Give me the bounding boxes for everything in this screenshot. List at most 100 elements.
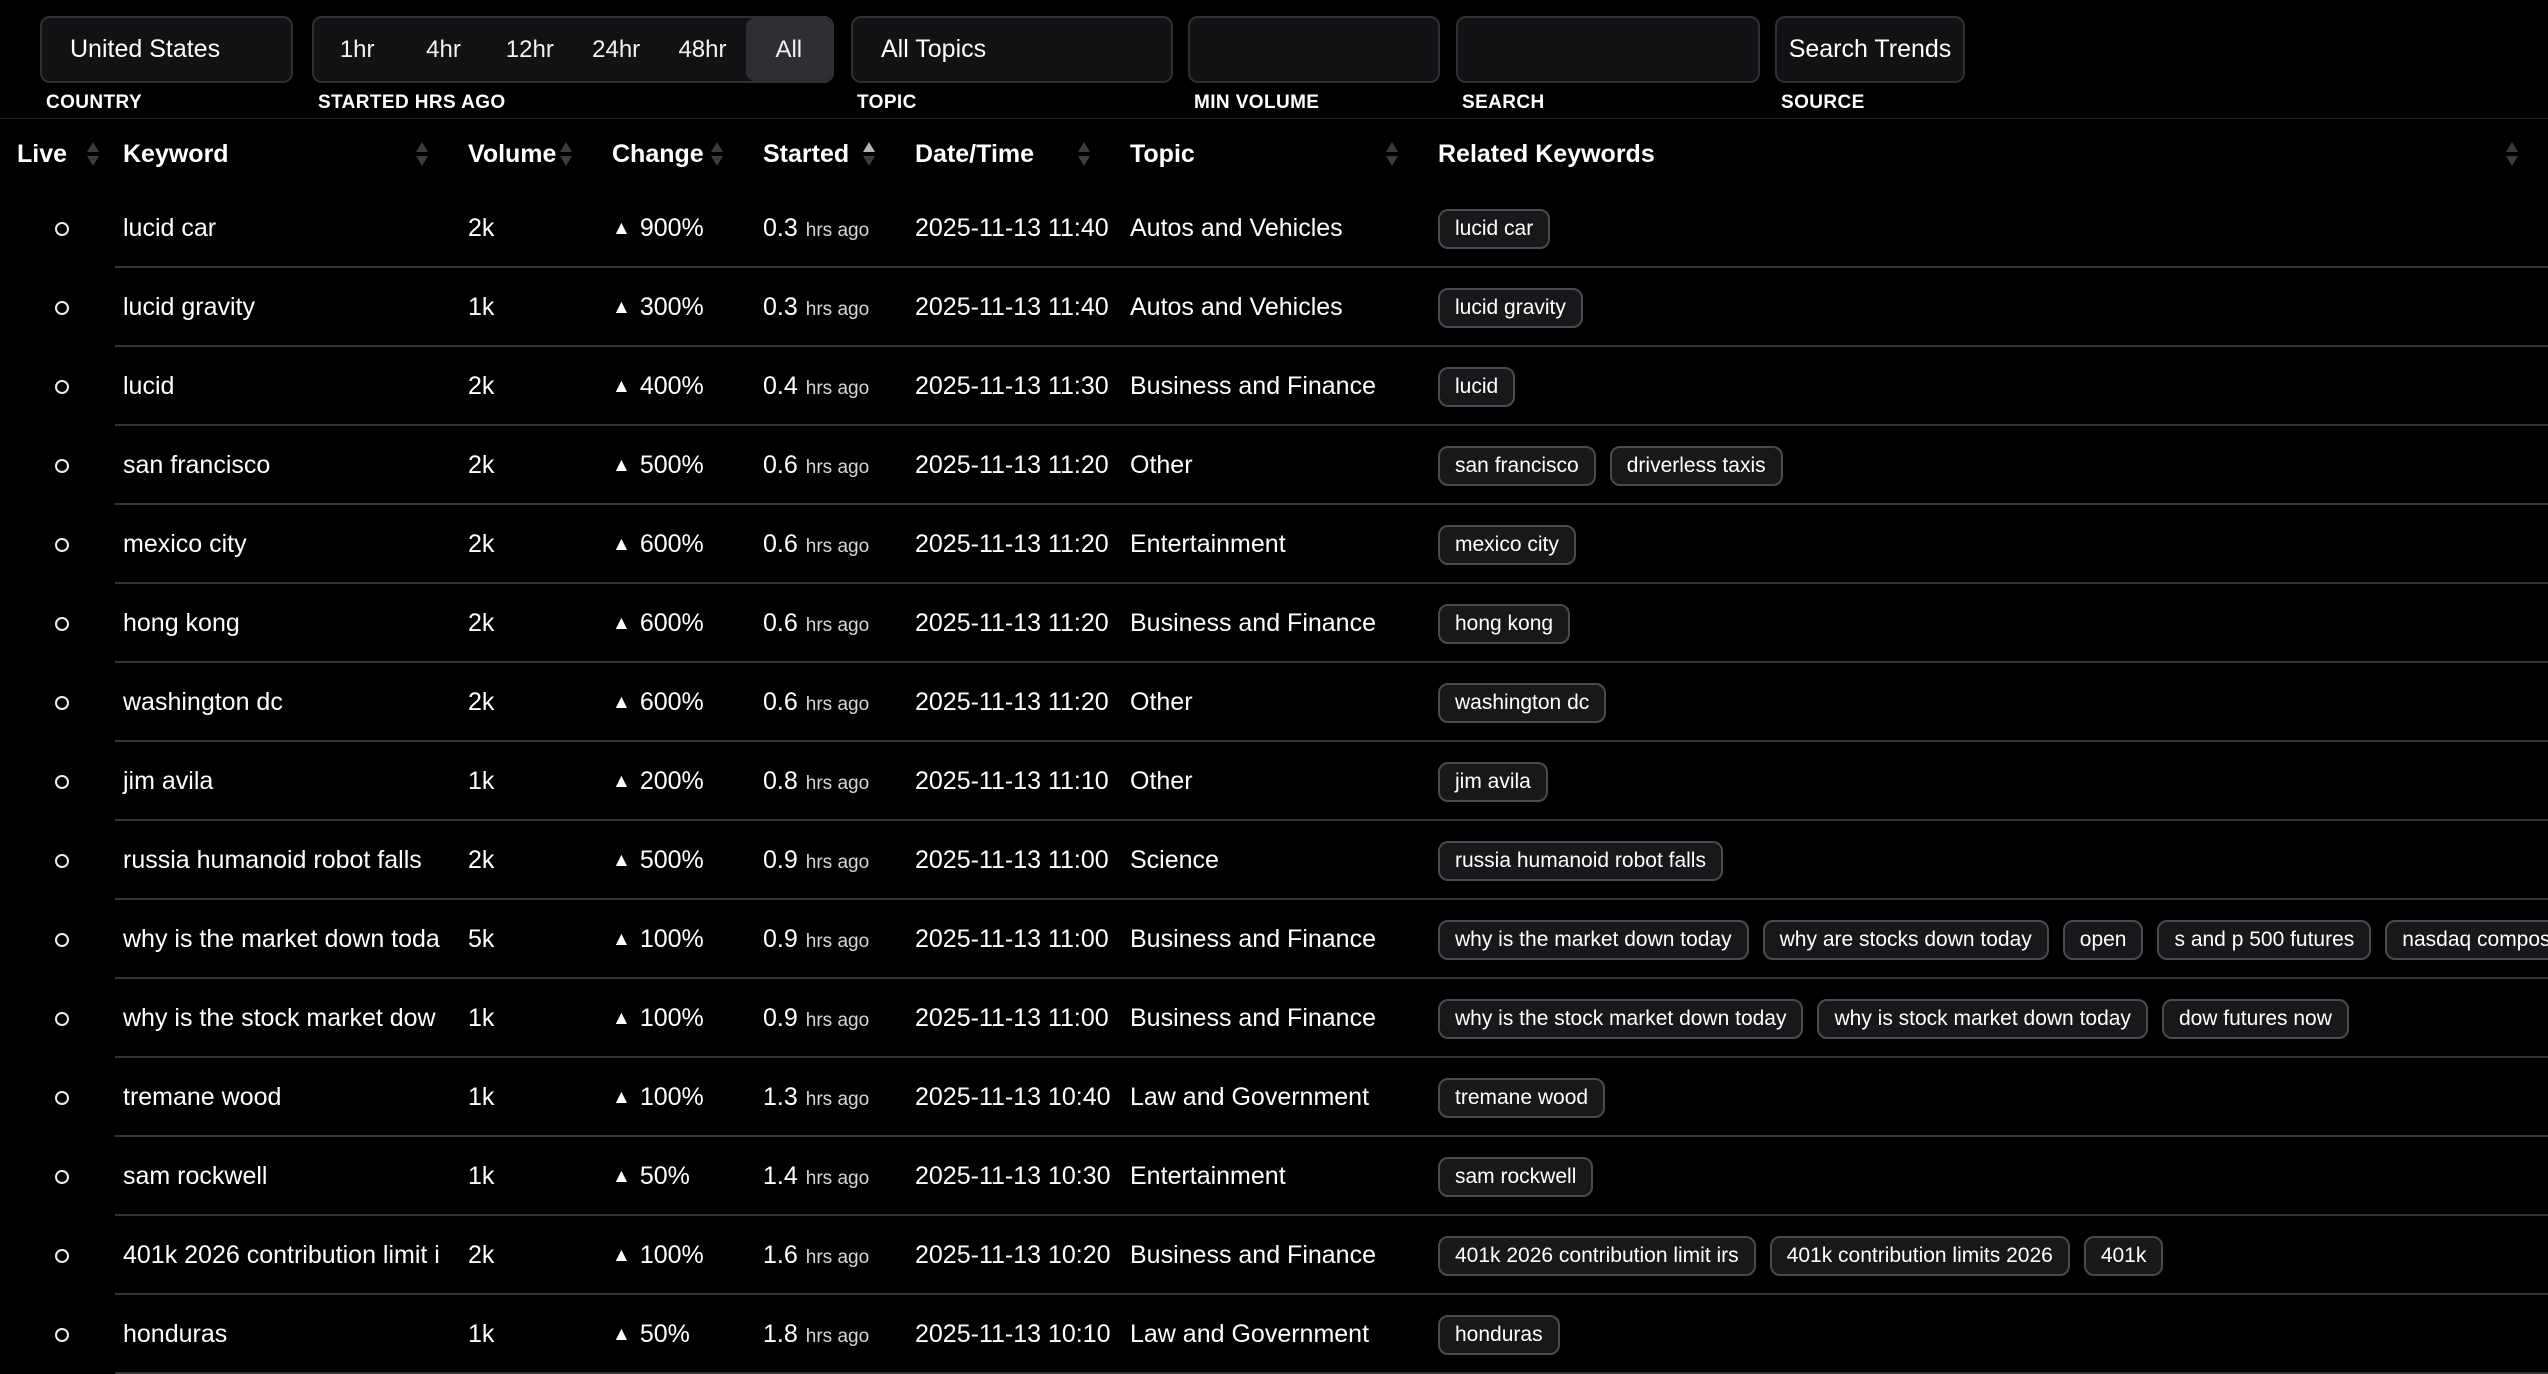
keyword-cell[interactable]: 401k 2026 contribution limit i [115, 1241, 460, 1270]
datetime-cell: 2025-11-13 11:20 [907, 688, 1122, 717]
related-keywords-cell: lucid car [1430, 209, 2548, 249]
keyword-cell[interactable]: russia humanoid robot falls [115, 846, 460, 875]
datetime-cell: 2025-11-13 11:20 [907, 530, 1122, 559]
segment-48hr[interactable]: 48hr [659, 18, 745, 81]
related-keyword-pill[interactable]: why is the market down today [1438, 920, 1749, 960]
segment-1hr[interactable]: 1hr [314, 18, 400, 81]
keyword-cell[interactable]: lucid car [115, 214, 460, 243]
keyword-cell[interactable]: sam rockwell [115, 1162, 460, 1191]
column-header-volume[interactable]: Volume [460, 140, 604, 169]
keyword-cell[interactable]: lucid gravity [115, 293, 460, 322]
column-header-related-keywords[interactable]: Related Keywords [1430, 140, 2548, 169]
column-label: Topic [1130, 140, 1195, 169]
related-keyword-pill[interactable]: mexico city [1438, 525, 1576, 565]
volume-cell: 1k [460, 1083, 604, 1112]
related-keyword-pill[interactable]: lucid car [1438, 209, 1550, 249]
started-unit: hrs ago [806, 220, 869, 242]
topic-cell: Law and Government [1122, 1320, 1430, 1349]
related-keyword-pill[interactable]: san francisco [1438, 446, 1596, 486]
keyword-cell[interactable]: tremane wood [115, 1083, 460, 1112]
related-keyword-pill[interactable]: dow futures now [2162, 999, 2349, 1039]
related-keywords-cell: sam rockwell [1430, 1157, 2548, 1197]
table-row: jim avila 1k ▲ 200% 0.8 hrs ago 2025-11-… [0, 742, 2548, 821]
change-value: 300% [640, 293, 704, 322]
column-header-change[interactable]: Change [604, 140, 755, 169]
column-header-datetime[interactable]: Date/Time [907, 140, 1122, 169]
sort-icon[interactable] [558, 140, 574, 168]
topic-select[interactable]: All Topics [851, 16, 1173, 83]
change-cell: ▲ 200% [604, 767, 755, 796]
related-keyword-pill[interactable]: hong kong [1438, 604, 1570, 644]
sort-icon[interactable] [709, 140, 725, 168]
search-trends-button[interactable]: Search Trends [1775, 16, 1965, 83]
related-keyword-pill[interactable]: lucid gravity [1438, 288, 1583, 328]
keyword-cell[interactable]: san francisco [115, 451, 460, 480]
column-header-live[interactable]: Live [0, 140, 115, 169]
related-keyword-pill[interactable]: s and p 500 futures [2157, 920, 2371, 960]
sort-icon-active[interactable] [861, 140, 877, 168]
sort-icon[interactable] [414, 140, 430, 168]
related-keyword-pill[interactable]: lucid [1438, 367, 1515, 407]
related-keywords-cell: san francisco driverless taxis [1430, 446, 2548, 486]
sort-icon[interactable] [1384, 140, 1400, 168]
keyword-cell[interactable]: honduras [115, 1320, 460, 1349]
country-select[interactable]: United States [40, 16, 293, 83]
related-keyword-pill[interactable]: honduras [1438, 1315, 1560, 1355]
change-value: 500% [640, 846, 704, 875]
related-keyword-pill[interactable]: tremane wood [1438, 1078, 1605, 1118]
column-header-started[interactable]: Started [755, 140, 907, 169]
change-cell: ▲ 600% [604, 688, 755, 717]
volume-cell: 2k [460, 688, 604, 717]
keyword-cell[interactable]: why is the stock market dow [115, 1004, 460, 1033]
segment-24hr[interactable]: 24hr [573, 18, 659, 81]
segment-all[interactable]: All [746, 18, 832, 81]
topic-filter-group: All Topics TOPIC [851, 16, 1173, 114]
volume-cell: 2k [460, 1241, 604, 1270]
change-value: 200% [640, 767, 704, 796]
change-value: 100% [640, 1004, 704, 1033]
related-keyword-pill[interactable]: open [2063, 920, 2144, 960]
live-cell [0, 933, 115, 947]
sort-icon[interactable] [2504, 140, 2520, 168]
related-keyword-pill[interactable]: jim avila [1438, 762, 1548, 802]
column-header-topic[interactable]: Topic [1122, 140, 1430, 169]
live-cell [0, 854, 115, 868]
keyword-cell[interactable]: jim avila [115, 767, 460, 796]
related-keyword-pill[interactable]: 401k 2026 contribution limit irs [1438, 1236, 1756, 1276]
change-cell: ▲ 100% [604, 1083, 755, 1112]
column-header-keyword[interactable]: Keyword [115, 140, 460, 169]
started-value: 0.4 [763, 372, 798, 401]
started-value: 0.3 [763, 214, 798, 243]
related-keyword-pill[interactable]: sam rockwell [1438, 1157, 1593, 1197]
min-volume-input[interactable] [1188, 16, 1440, 83]
related-keyword-pill[interactable]: nasdaq compos [2385, 920, 2548, 960]
started-cell: 1.3 hrs ago [755, 1083, 907, 1112]
keyword-cell[interactable]: hong kong [115, 609, 460, 638]
keyword-cell[interactable]: mexico city [115, 530, 460, 559]
datetime-cell: 2025-11-13 10:20 [907, 1241, 1122, 1270]
started-cell: 1.8 hrs ago [755, 1320, 907, 1349]
live-indicator-icon [55, 854, 69, 868]
related-keyword-pill[interactable]: 401k [2084, 1236, 2164, 1276]
keyword-cell[interactable]: washington dc [115, 688, 460, 717]
keyword-cell[interactable]: why is the market down toda [115, 925, 460, 954]
sort-icon[interactable] [85, 140, 101, 168]
live-cell [0, 301, 115, 315]
change-cell: ▲ 900% [604, 214, 755, 243]
segment-12hr[interactable]: 12hr [487, 18, 573, 81]
related-keyword-pill[interactable]: russia humanoid robot falls [1438, 841, 1723, 881]
related-keyword-pill[interactable]: why is stock market down today [1817, 999, 2147, 1039]
related-keyword-pill[interactable]: 401k contribution limits 2026 [1770, 1236, 2070, 1276]
segment-4hr[interactable]: 4hr [400, 18, 486, 81]
search-input[interactable] [1456, 16, 1760, 83]
related-keyword-pill[interactable]: why is the stock market down today [1438, 999, 1803, 1039]
sort-icon[interactable] [1076, 140, 1092, 168]
change-up-icon: ▲ [612, 929, 631, 951]
related-keyword-pill[interactable]: driverless taxis [1610, 446, 1783, 486]
topic-label: TOPIC [857, 92, 1173, 114]
related-keyword-pill[interactable]: washington dc [1438, 683, 1606, 723]
table-row: washington dc 2k ▲ 600% 0.6 hrs ago 2025… [0, 663, 2548, 742]
live-cell [0, 459, 115, 473]
related-keyword-pill[interactable]: why are stocks down today [1763, 920, 2049, 960]
keyword-cell[interactable]: lucid [115, 372, 460, 401]
